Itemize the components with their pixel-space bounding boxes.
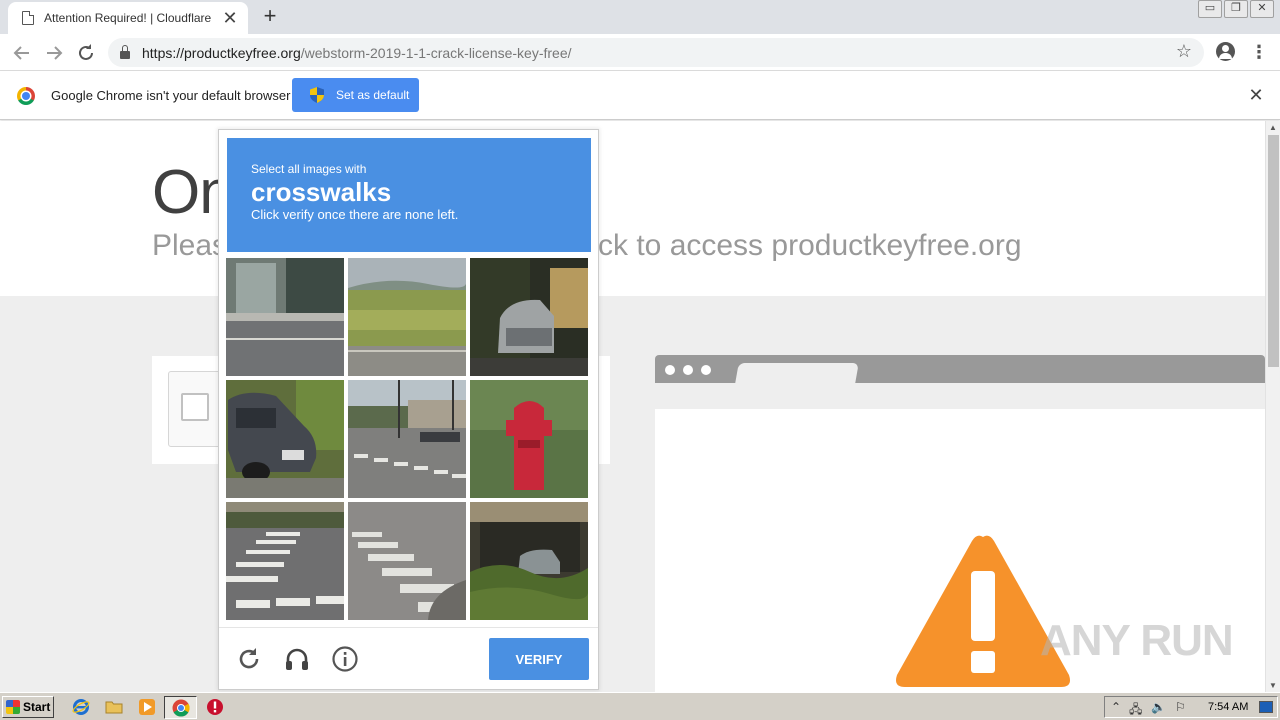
start-label: Start [23, 700, 51, 714]
forward-icon[interactable] [42, 41, 66, 65]
scroll-down-icon[interactable]: ▼ [1269, 681, 1277, 690]
browser-tab[interactable]: Attention Required! | Cloudflare ✕ [8, 2, 248, 34]
url-path: /webstorm-2019-1-1-crack-license-key-fre… [300, 44, 572, 61]
image-grid [226, 258, 592, 624]
illustration-toolbar [655, 355, 1265, 383]
chrome-taskbar-icon [172, 699, 190, 717]
show-desktop-icon[interactable] [1259, 701, 1273, 713]
browser-toolbar: https://productkeyfree.org /webstorm-201… [0, 34, 1280, 71]
bookmark-star-icon[interactable]: ☆ [1176, 41, 1192, 62]
volume-icon[interactable]: 🔈 [1151, 700, 1166, 714]
network-icon[interactable]: 🖧 [1129, 700, 1142, 720]
chrome-taskbar-button[interactable] [164, 696, 197, 719]
windows-taskbar: Start ⌃ 🖧 🔈 ⚐ 7:54 AM [0, 692, 1280, 720]
page-scrollbar[interactable]: ▲ ▼ [1265, 121, 1280, 692]
address-bar[interactable]: https://productkeyfree.org /webstorm-201… [108, 38, 1204, 67]
new-tab-button[interactable]: + [258, 4, 282, 28]
info-icon[interactable] [331, 645, 359, 673]
uac-shield-icon [310, 87, 324, 103]
menu-kebab-icon[interactable]: ⋮ [1250, 42, 1268, 62]
set-default-label: Set as default [336, 88, 410, 102]
image-tile[interactable] [348, 502, 466, 620]
minimize-button[interactable]: ▭ [1198, 0, 1222, 18]
start-button[interactable]: Start [2, 696, 54, 718]
image-tile[interactable] [470, 258, 588, 376]
image-tile[interactable] [226, 380, 344, 498]
chrome-logo-icon [17, 87, 35, 105]
illustration-dot [701, 365, 711, 375]
scroll-up-icon[interactable]: ▲ [1269, 123, 1277, 132]
windows-flag-icon [6, 700, 20, 714]
image-tile[interactable] [226, 258, 344, 376]
window-controls: ▭ ❐ ✕ [1198, 0, 1274, 18]
anyrun-watermark: ANY RUN [1040, 616, 1234, 665]
page-icon [22, 11, 34, 25]
default-browser-infobar: Google Chrome isn't your default browser… [0, 71, 1280, 120]
challenge-keyword: crosswalks [251, 177, 392, 207]
media-player-icon[interactable] [138, 698, 156, 716]
title-bar: Attention Required! | Cloudflare ✕ + ▭ ❐… [0, 0, 1280, 34]
illustration-dot [665, 365, 675, 375]
challenge-hint: Click verify once there are none left. [251, 207, 459, 222]
scroll-thumb[interactable] [1268, 135, 1279, 367]
infobar-close-icon[interactable]: ✕ [1246, 85, 1266, 106]
reload-icon[interactable] [74, 41, 98, 65]
challenge-instruction: Select all images with [251, 162, 367, 176]
file-explorer-icon[interactable] [105, 698, 123, 716]
verify-button[interactable]: VERIFY [489, 638, 589, 680]
taskbar-clock[interactable]: 7:54 AM [1208, 701, 1248, 713]
captcha-checkbox[interactable] [181, 393, 209, 421]
image-tile[interactable] [470, 502, 588, 620]
image-tile[interactable] [348, 380, 466, 498]
tray-expand-icon[interactable]: ⌃ [1111, 700, 1121, 714]
page-subheading-start: Pleas [152, 229, 228, 262]
stop-sign-app-icon[interactable] [206, 698, 224, 716]
page-header-area: On Pleas ck to access productkeyfree.org [0, 121, 1265, 296]
page-content: On Pleas ck to access productkeyfree.org… [0, 121, 1265, 692]
recaptcha-challenge: Select all images with crosswalks Click … [218, 129, 599, 690]
challenge-footer: VERIFY [219, 627, 598, 689]
close-window-button[interactable]: ✕ [1250, 0, 1274, 18]
url-host: https://productkeyfree.org [142, 44, 301, 61]
set-default-button[interactable]: Set as default [292, 78, 419, 112]
action-center-flag-icon[interactable]: ⚐ [1175, 700, 1186, 714]
image-tile[interactable] [348, 258, 466, 376]
image-tile[interactable] [226, 502, 344, 620]
restore-button[interactable]: ❐ [1224, 0, 1248, 18]
image-tile[interactable] [470, 380, 588, 498]
challenge-header: Select all images with crosswalks Click … [227, 138, 591, 252]
lock-icon [120, 44, 130, 59]
illustration-dot [683, 365, 693, 375]
system-tray: ⌃ 🖧 🔈 ⚐ 7:54 AM [1104, 696, 1278, 718]
page-subheading-end: ck to access productkeyfree.org [598, 229, 1022, 262]
illustration-tab [735, 363, 859, 383]
profile-avatar-icon[interactable] [1216, 42, 1235, 61]
internet-explorer-icon[interactable] [72, 698, 90, 716]
back-icon[interactable] [10, 41, 34, 65]
tab-close-icon[interactable]: ✕ [220, 9, 240, 27]
tab-title: Attention Required! | Cloudflare [44, 11, 212, 25]
audio-challenge-icon[interactable] [283, 645, 311, 673]
infobar-message: Google Chrome isn't your default browser [51, 88, 291, 103]
reload-challenge-icon[interactable] [235, 645, 263, 673]
